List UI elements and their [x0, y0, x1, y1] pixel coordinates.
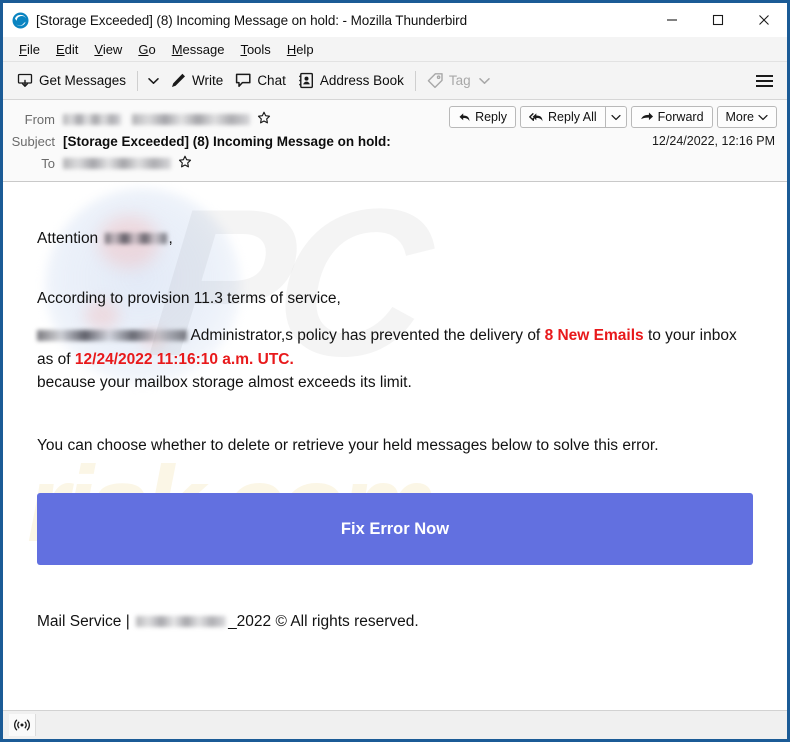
tag-icon: [427, 72, 444, 89]
main-part1: Administrator,s policy has prevented the…: [190, 327, 541, 344]
address-book-label: Address Book: [319, 73, 404, 88]
download-mail-icon: [17, 72, 34, 89]
reply-button[interactable]: Reply: [449, 106, 517, 128]
window-title: [Storage Exceeded] (8) Incoming Message …: [36, 12, 467, 28]
menu-item-help[interactable]: Help: [279, 40, 322, 59]
address-book-icon: [298, 72, 315, 89]
thunderbird-icon: [12, 12, 29, 29]
message-action-buttons: Reply Reply All Forward More: [449, 106, 777, 128]
reply-label: Reply: [475, 110, 508, 124]
redacted-admin-address: [37, 330, 187, 342]
forward-button[interactable]: Forward: [630, 106, 713, 128]
reply-all-arrow-icon: [529, 111, 544, 124]
write-label: Write: [192, 73, 224, 88]
hamburger-icon-line-3: [756, 84, 773, 87]
greeting-line: Attention ,: [37, 228, 753, 250]
forward-label: Forward: [657, 110, 704, 124]
from-label: From: [24, 111, 55, 127]
main-part3: because your mailbox storage almost exce…: [37, 374, 412, 392]
menu-item-edit[interactable]: Edit: [48, 40, 86, 59]
menu-item-message[interactable]: Message: [164, 40, 233, 59]
to-label: To: [41, 155, 55, 171]
close-icon[interactable]: [741, 3, 787, 37]
chat-bubble-icon: [235, 72, 252, 89]
rss-broadcast-icon[interactable]: [9, 714, 36, 736]
menu-item-tools[interactable]: Tools: [232, 40, 278, 59]
redacted-sender-address: [132, 113, 250, 125]
from-value[interactable]: [63, 111, 271, 127]
email-body-pane: PC risk.com Attention , According to pro…: [3, 182, 787, 710]
subject-value: [Storage Exceeded] (8) Incoming Message …: [63, 133, 391, 149]
footer-suffix: _2022 © All rights reserved.: [228, 612, 419, 630]
message-header: From Subject [Storage Exceeded] (8) Inco…: [3, 100, 787, 182]
chat-button[interactable]: Chat: [229, 68, 292, 93]
menu-bar: File Edit View Go Message Tools Help: [3, 37, 787, 62]
more-button[interactable]: More: [716, 106, 777, 128]
reply-arrow-icon: [458, 111, 471, 124]
held-datetime: 12/24/2022 11:16:10 a.m. UTC.: [74, 350, 294, 368]
menu-item-go[interactable]: Go: [130, 40, 163, 59]
app-menu-button[interactable]: [752, 70, 777, 92]
more-label: More: [725, 110, 754, 124]
forward-arrow-icon: [640, 111, 654, 124]
subject-label: Subject: [11, 133, 55, 149]
reply-all-button[interactable]: Reply All: [520, 106, 605, 128]
header-row-subject: Subject [Storage Exceeded] (8) Incoming …: [3, 130, 787, 152]
pencil-icon: [170, 72, 187, 89]
hamburger-icon-line-1: [756, 74, 773, 77]
get-messages-label: Get Messages: [39, 73, 127, 88]
write-button[interactable]: Write: [164, 68, 229, 93]
message-date: 12/24/2022, 12:16 PM: [651, 134, 775, 148]
star-recipient-icon[interactable]: [178, 155, 192, 171]
title-bar: [Storage Exceeded] (8) Incoming Message …: [3, 3, 787, 37]
menu-item-view[interactable]: View: [86, 40, 130, 59]
maximize-icon[interactable]: [695, 3, 741, 37]
main-toolbar: Get Messages Write Chat Address Book Tag: [3, 62, 787, 100]
tag-button[interactable]: Tag: [421, 68, 496, 93]
toolbar-divider-2: [414, 70, 416, 91]
status-bar: [3, 710, 787, 739]
thunderbird-window: [Storage Exceeded] (8) Incoming Message …: [3, 3, 787, 739]
redacted-recipient-address: [63, 157, 171, 169]
tag-label: Tag: [448, 73, 471, 88]
window-controls: [649, 3, 787, 37]
thunderbird-window-frame: [Storage Exceeded] (8) Incoming Message …: [0, 0, 790, 742]
to-value[interactable]: [63, 155, 192, 171]
more-chevron-down-icon: [758, 114, 768, 121]
greeting-prefix: Attention: [37, 230, 99, 247]
tag-chevron-down-icon: [478, 77, 490, 85]
footer-prefix: Mail Service |: [37, 612, 130, 630]
toolbar-divider: [137, 70, 139, 91]
chat-label: Chat: [257, 73, 286, 88]
new-emails-count: 8 New Emails: [544, 327, 644, 344]
redacted-recipient-firstname: [104, 233, 167, 245]
minimize-icon[interactable]: [649, 3, 695, 37]
main-message: Administrator,s policy has prevented the…: [37, 324, 753, 395]
provision-line: According to provision 11.3 terms of ser…: [37, 290, 341, 307]
greeting-suffix: ,: [168, 230, 173, 247]
star-sender-icon[interactable]: [257, 111, 271, 127]
reply-all-dropdown[interactable]: [604, 106, 627, 128]
address-book-button[interactable]: Address Book: [292, 68, 410, 93]
chevron-down-icon: [148, 77, 159, 84]
choose-line: You can choose whether to delete or retr…: [37, 436, 659, 454]
hamburger-icon-line-2: [756, 79, 773, 82]
reply-all-label: Reply All: [548, 110, 597, 124]
get-messages-dropdown[interactable]: [143, 73, 164, 89]
reply-all-group: Reply All: [520, 106, 627, 128]
get-messages-button[interactable]: Get Messages: [11, 68, 132, 93]
menu-item-file[interactable]: File: [11, 40, 48, 59]
email-footer: Mail Service | _2022 © All rights reserv…: [37, 611, 753, 633]
email-body-content: Attention , According to provision 11.3 …: [3, 182, 787, 633]
fix-error-now-button[interactable]: Fix Error Now: [37, 492, 753, 565]
chevron-down-icon: [611, 114, 621, 120]
redacted-footer-domain: [136, 616, 227, 628]
header-row-to: To: [3, 152, 787, 174]
redacted-sender-name: [63, 113, 121, 125]
